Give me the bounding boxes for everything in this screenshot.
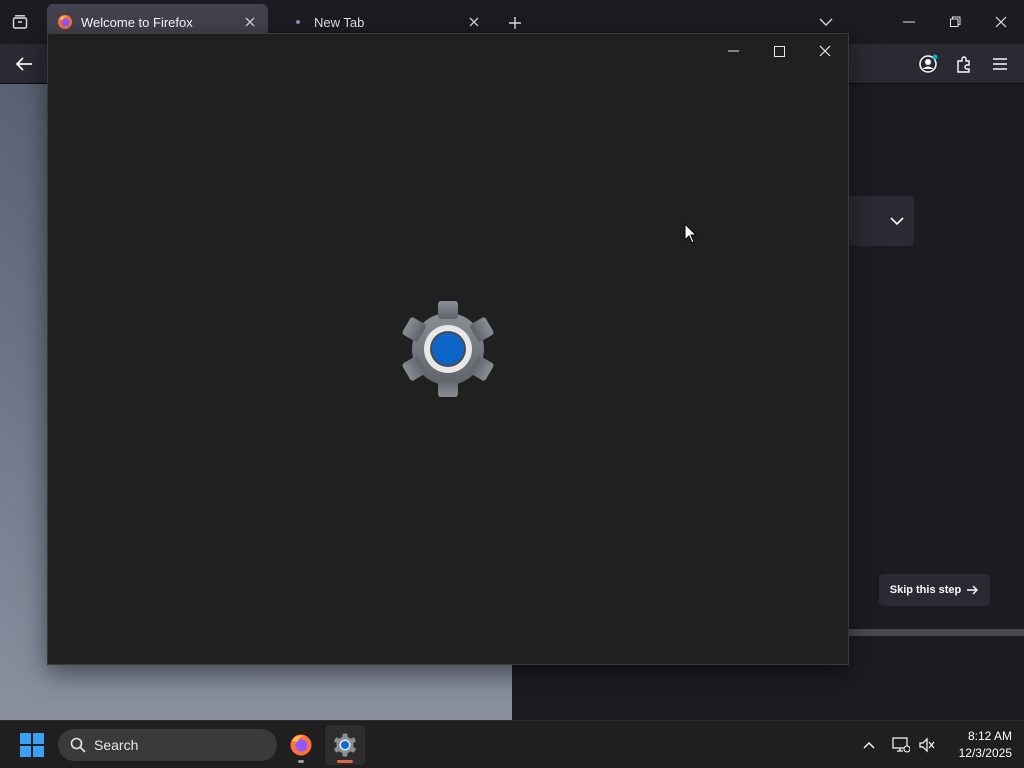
minimize-window-icon[interactable] — [892, 7, 926, 37]
settings-app-window — [47, 33, 849, 665]
arrow-right-icon — [967, 585, 979, 595]
new-tab-plus-icon[interactable] — [503, 11, 527, 35]
volume-muted-icon[interactable] — [915, 733, 939, 757]
skip-step-label: Skip this step — [889, 584, 962, 596]
tab-label: New Tab — [314, 14, 365, 30]
new-tab-dot-icon — [290, 14, 306, 30]
maximize-window-icon[interactable] — [757, 36, 801, 66]
minimize-window-icon[interactable] — [711, 36, 755, 66]
taskbar: Search 8:12 AM 12/3/2025 — [0, 720, 1024, 768]
clock-date: 12/3/2025 — [958, 746, 1012, 760]
taskbar-settings-button[interactable] — [325, 725, 365, 765]
firefox-icon — [290, 734, 312, 756]
taskbar-search-box[interactable]: Search — [58, 729, 277, 761]
system-clock[interactable]: 8:12 AM 12/3/2025 — [942, 728, 1012, 762]
account-icon[interactable] — [916, 52, 940, 76]
tab-list-icon[interactable] — [8, 11, 32, 33]
chevron-down-icon[interactable] — [886, 210, 908, 232]
back-arrow-icon[interactable] — [12, 52, 36, 76]
taskbar-firefox-button[interactable] — [281, 725, 321, 765]
windows-start-icon[interactable] — [14, 729, 50, 761]
tab-label: Welcome to Firefox — [81, 14, 193, 30]
network-icon[interactable] — [889, 733, 913, 757]
mouse-cursor-icon — [684, 222, 698, 245]
active-indicator — [337, 760, 353, 763]
settings-icon — [334, 733, 356, 757]
close-tab-icon[interactable] — [242, 14, 258, 30]
hamburger-menu-icon[interactable] — [988, 52, 1012, 76]
show-hidden-icons-chevron-icon[interactable] — [857, 733, 881, 757]
skip-step-button[interactable]: Skip this step — [879, 574, 990, 606]
close-window-icon[interactable] — [803, 36, 847, 66]
close-tab-icon[interactable] — [466, 14, 482, 30]
search-label: Search — [94, 737, 139, 753]
list-all-tabs-chevron-icon[interactable] — [815, 11, 837, 33]
close-window-icon[interactable] — [984, 7, 1018, 37]
restore-window-icon[interactable] — [938, 7, 972, 37]
desktop: Welcome to Firefox New Tab Skip this ste… — [0, 0, 1024, 768]
extensions-puzzle-icon[interactable] — [952, 52, 976, 76]
firefox-icon — [57, 14, 73, 30]
search-icon — [70, 737, 86, 753]
clock-time: 8:12 AM — [967, 729, 1012, 743]
settings-gear-icon — [399, 300, 497, 398]
running-indicator — [298, 760, 304, 763]
